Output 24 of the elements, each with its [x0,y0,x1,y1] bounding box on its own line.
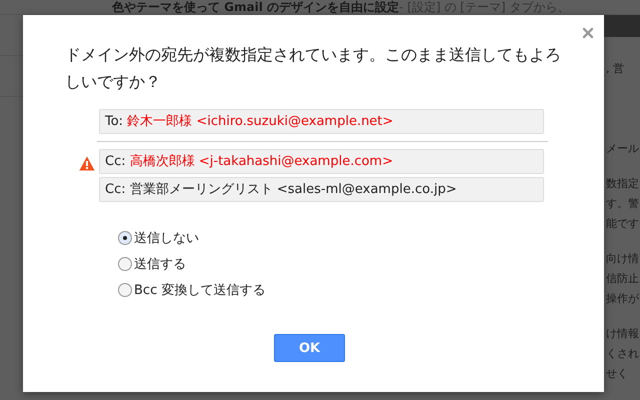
toolbar-band [604,15,640,37]
dialog-message: ドメイン外の宛先が複数指定されています。このまま送信してもよろしいですか？ [64,44,562,93]
radio-option[interactable]: Bcc 変換して送信する [118,281,604,299]
close-icon[interactable] [580,25,596,41]
background-text: くされ [606,346,640,362]
background-text: , 営 [606,61,625,77]
background-text: 数指定 [606,176,640,192]
radio-icon[interactable] [118,231,132,245]
background-text: け情報 [606,326,640,342]
recipient-field: Cc: 高橋次郎様 <j-takahashi@example.com> [99,149,544,174]
recipient-field: Cc: 営業部メーリングリスト <sales-ml@example.co.jp> [99,177,544,202]
radio-option[interactable]: 送信する [118,255,604,273]
email-subject: 色やテーマを使って Gmail のデザインを自由に設定 [112,0,400,14]
background-text: メール [606,141,640,157]
background-text: す。警 [606,196,640,212]
radio-icon[interactable] [118,283,132,297]
recipient-field: To: 鈴木一郎様 <ichiro.suzuki@example.net> [99,109,544,134]
background-text: 能です [606,216,640,232]
radio-option[interactable]: 送信しない [118,229,604,247]
background-text: 信防止 [606,271,640,287]
background-text: 操作が [606,291,640,307]
background-text: 向け情 [606,251,640,267]
background-text: せく [606,366,629,382]
radio-icon[interactable] [118,257,132,271]
